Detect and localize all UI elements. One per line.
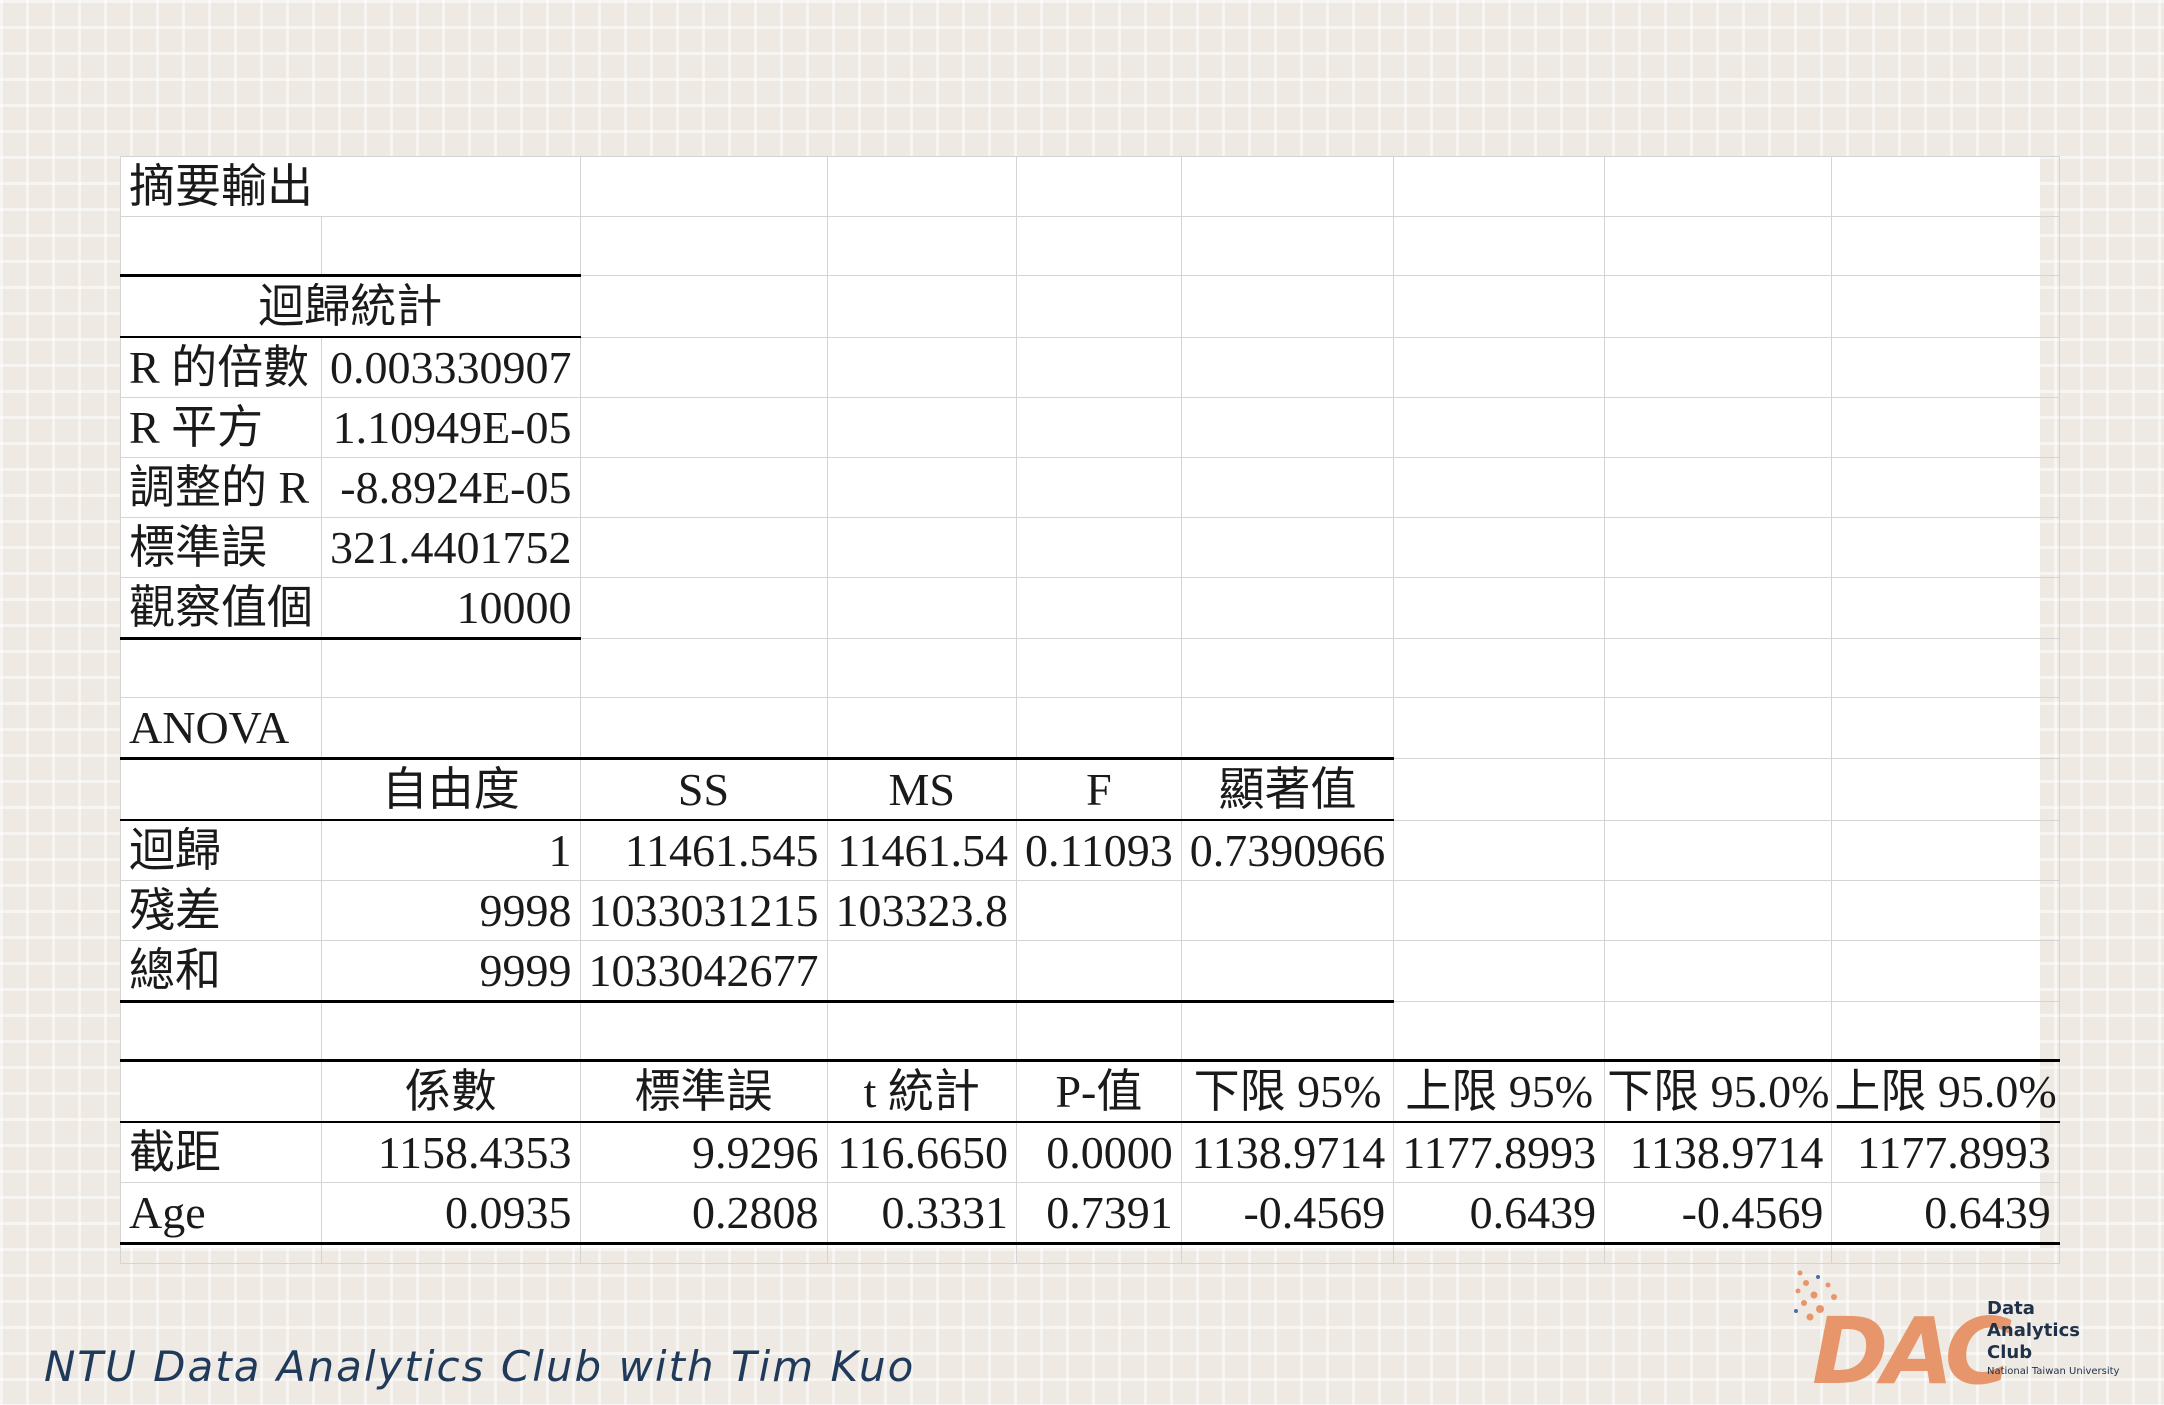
coef-row-label: Age <box>120 1182 322 1245</box>
coef-header: 下限 95% <box>1180 1059 1395 1123</box>
anova-header: 顯著值 <box>1180 757 1395 821</box>
coef-value: 0.6439 <box>1831 1182 2060 1245</box>
coef-value: 0.0000 <box>1016 1121 1182 1183</box>
coef-header <box>120 1059 322 1123</box>
logo-subtitle: National Taiwan University <box>1987 1366 2120 1377</box>
logo-line: Data <box>1987 1298 2035 1319</box>
regression-output-grid: 摘要輸出 迴歸統計 R 的倍數 0.003330907 R 平方 1.10949… <box>120 156 2060 1264</box>
coef-value: 9.9296 <box>579 1121 828 1183</box>
anova-df: 1 <box>321 819 581 881</box>
coef-value: 0.3331 <box>826 1182 1017 1245</box>
anova-df: 9998 <box>321 880 581 941</box>
summary-title: 摘要輸出 <box>120 156 581 217</box>
logo-line: Analytics <box>1987 1320 2080 1341</box>
coef-header: 係數 <box>321 1059 581 1123</box>
coef-header: 標準誤 <box>579 1059 828 1123</box>
anova-header: 自由度 <box>321 757 581 821</box>
coef-value: -0.4569 <box>1604 1182 1833 1245</box>
coef-value: 0.0935 <box>321 1182 581 1245</box>
coef-value: 0.7391 <box>1016 1182 1182 1245</box>
anova-sig <box>1180 880 1395 941</box>
coef-value: 1177.8993 <box>1831 1121 2060 1183</box>
anova-ms: 11461.54 <box>826 819 1017 881</box>
stat-value: -8.8924E-05 <box>321 457 581 518</box>
logo-mark: DAC <box>1812 1298 2012 1395</box>
coef-header: P-值 <box>1016 1059 1182 1123</box>
anova-f <box>1016 880 1182 941</box>
anova-f <box>1016 940 1182 1003</box>
coef-header: 下限 95.0% <box>1604 1059 1833 1123</box>
stat-label: R 平方 <box>120 397 322 458</box>
logo-line: Club <box>1987 1342 2033 1363</box>
anova-ss: 1033031215 <box>579 880 828 941</box>
stat-label: 調整的 R <box>120 457 322 518</box>
anova-ss: 1033042677 <box>579 940 828 1003</box>
coef-value: 116.6650 <box>826 1121 1017 1183</box>
anova-df: 9999 <box>321 940 581 1003</box>
anova-f: 0.11093 <box>1016 819 1182 881</box>
stat-label: 標準誤 <box>120 517 322 578</box>
coef-value: 1138.9714 <box>1604 1121 1833 1183</box>
coef-row-label: 截距 <box>120 1121 322 1183</box>
stat-value: 321.4401752 <box>321 517 581 578</box>
anova-sig <box>1180 940 1395 1003</box>
coef-header: 上限 95% <box>1393 1059 1606 1123</box>
spreadsheet: 摘要輸出 迴歸統計 R 的倍數 0.003330907 R 平方 1.10949… <box>120 156 2060 1264</box>
coef-value: 0.2808 <box>579 1182 828 1245</box>
anova-header: F <box>1016 757 1182 821</box>
coef-value: 1158.4353 <box>321 1121 581 1183</box>
anova-row-label: 總和 <box>120 940 322 1003</box>
stat-label: R 的倍數 <box>120 336 322 398</box>
stat-value: 1.10949E-05 <box>321 397 581 458</box>
coef-value: 1177.8993 <box>1393 1121 1606 1183</box>
anova-ms <box>826 940 1017 1003</box>
coef-value: 0.6439 <box>1393 1182 1606 1245</box>
stat-label: 觀察值個 <box>120 577 322 640</box>
anova-row-label: 迴歸 <box>120 819 322 881</box>
coef-value: -0.4569 <box>1180 1182 1395 1245</box>
footer-credit: NTU Data Analytics Club with Tim Kuo <box>44 1342 916 1391</box>
anova-row-label: 殘差 <box>120 880 322 941</box>
stat-value: 0.003330907 <box>321 336 581 398</box>
anova-ss: 11461.545 <box>579 819 828 881</box>
anova-ms: 103323.8 <box>826 880 1017 941</box>
anova-header <box>120 757 322 821</box>
anova-label: ANOVA <box>120 697 322 759</box>
regression-stats-header: 迴歸統計 <box>120 274 581 338</box>
stat-value: 10000 <box>321 577 581 640</box>
anova-header: SS <box>579 757 828 821</box>
coef-header: t 統計 <box>826 1059 1017 1123</box>
logo-text-block: Data Analytics Club National Taiwan Univ… <box>1987 1298 2119 1380</box>
coef-header: 上限 95.0% <box>1831 1059 2060 1123</box>
coef-value: 1138.9714 <box>1180 1121 1395 1183</box>
anova-sig: 0.7390966 <box>1180 819 1395 881</box>
anova-header: MS <box>826 757 1017 821</box>
